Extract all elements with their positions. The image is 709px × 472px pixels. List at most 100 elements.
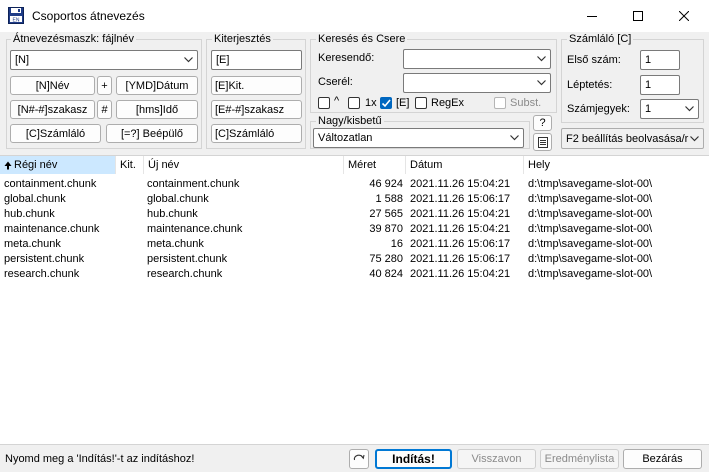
date-cell: 2021.11.26 15:06:17 [410, 238, 511, 250]
case-group-title: Nagy/kisbetű [316, 115, 384, 127]
ext-range-button[interactable]: [E#-#]szakasz [211, 100, 302, 119]
new-name-cell: hub.chunk [147, 208, 198, 220]
date-cell: 2021.11.26 15:04:21 [410, 268, 511, 280]
notes-icon [537, 137, 548, 148]
date-cell: 2021.11.26 15:06:17 [410, 193, 511, 205]
mask-combo[interactable]: [N] [10, 50, 198, 70]
location-cell: d:\tmp\savegame-slot-00\ [528, 268, 653, 280]
table-row[interactable]: containment.chunk containment.chunk 46 924… [0, 177, 709, 192]
name-counter-button[interactable]: [C]Számláló [10, 124, 101, 143]
minimize-button[interactable] [569, 0, 615, 32]
f2-settings-value: F2 beállítás beolvasása/r [566, 132, 689, 145]
search-label: Keresendő: [318, 52, 375, 64]
replace-combo[interactable] [403, 73, 551, 93]
case-value: Változatlan [318, 132, 373, 144]
table-row[interactable]: hub.chunk hub.chunk 27 565 2021.11.26 15:04… [0, 207, 709, 222]
step-input[interactable]: 1 [640, 75, 680, 95]
first-number-input[interactable]: 1 [640, 50, 680, 70]
location-cell: d:\tmp\savegame-slot-00\ [528, 238, 653, 250]
ext-cell [120, 207, 144, 222]
extension-group-title: Kiterjesztés [212, 33, 273, 45]
table-row[interactable]: meta.chunk meta.chunk 16 2021.11.26 15:06:1… [0, 237, 709, 252]
column-header-new-name[interactable]: Új név [144, 156, 344, 174]
close-window-button[interactable] [661, 0, 707, 32]
ext-button[interactable]: [E]Kit. [211, 76, 302, 95]
chevron-down-icon [184, 57, 193, 63]
f2-settings-combo[interactable]: F2 beállítás beolvasása/r [561, 128, 704, 149]
subst-label: Subst. [510, 97, 542, 109]
ext-cell [120, 192, 144, 207]
table-row[interactable]: maintenance.chunk maintenance.chunk 39 870… [0, 222, 709, 237]
regex-label: RegEx [431, 97, 465, 109]
file-list[interactable]: Régi név Kit. Új név Méret Dátum Hely co… [0, 155, 709, 445]
undo-button[interactable]: Visszavon [457, 449, 536, 469]
location-cell: d:\tmp\savegame-slot-00\ [528, 253, 653, 265]
size-cell: 1 588 [375, 193, 403, 205]
floppy-disk-icon: EN [8, 7, 24, 24]
new-name-cell: maintenance.chunk [147, 223, 243, 235]
results-button[interactable]: Eredménylista [540, 449, 619, 469]
first-number-label: Első szám: [567, 54, 621, 66]
table-row[interactable]: global.chunk global.chunk 1 588 2021.11.26 … [0, 192, 709, 207]
status-message: Nyomd meg a 'Indítás!'-t az indításhoz! [5, 453, 195, 465]
size-cell: 46 924 [369, 178, 403, 190]
new-name-cell: containment.chunk [147, 178, 240, 190]
subst-checkbox[interactable] [494, 97, 506, 109]
regex-checkbox[interactable] [415, 97, 427, 109]
extension-input[interactable]: [E] [211, 50, 302, 70]
maximize-icon [633, 11, 643, 21]
table-row[interactable]: research.chunk research.chunk 40 824 2021.1… [0, 267, 709, 282]
new-name-cell: persistent.chunk [147, 253, 228, 265]
help-button[interactable]: ? [533, 115, 552, 131]
chevron-down-icon [537, 56, 546, 62]
chevron-down-icon [537, 80, 546, 86]
plus-button[interactable]: + [97, 76, 112, 95]
title-bar[interactable]: EN Csoportos átnevezés [0, 0, 709, 32]
start-button[interactable]: Indítás! [375, 449, 452, 469]
once-checkbox[interactable] [348, 97, 360, 109]
date-cell: 2021.11.26 15:04:21 [410, 178, 511, 190]
ymd-date-button[interactable]: [YMD]Dátum [116, 76, 198, 95]
plugin-button[interactable]: [=?] Beépülő [106, 124, 198, 143]
column-header-old-name[interactable]: Régi név [0, 156, 116, 174]
close-button[interactable]: Bezárás [623, 449, 702, 469]
search-combo[interactable] [403, 49, 551, 69]
column-header-location[interactable]: Hely [524, 156, 709, 174]
old-name-cell: containment.chunk [4, 178, 97, 190]
caret-checkbox[interactable] [318, 97, 330, 109]
name-button[interactable]: [N]Név [10, 76, 95, 95]
table-row[interactable]: persistent.chunk persistent.chunk 75 280 20… [0, 252, 709, 267]
old-name-cell: hub.chunk [4, 208, 55, 220]
case-combo[interactable]: Változatlan [313, 128, 524, 148]
size-cell: 75 280 [369, 253, 403, 265]
old-name-cell: global.chunk [4, 193, 66, 205]
digits-combo[interactable]: 1 [640, 99, 699, 119]
column-header-ext[interactable]: Kit. [116, 156, 144, 174]
size-cell: 16 [390, 238, 403, 250]
ext-cell [120, 267, 144, 282]
new-name-cell: research.chunk [147, 268, 223, 280]
location-cell: d:\tmp\savegame-slot-00\ [528, 223, 653, 235]
mask-value: [N] [15, 54, 30, 66]
refresh-button[interactable] [349, 449, 369, 469]
svg-text:EN: EN [13, 17, 20, 23]
ext-cell [120, 222, 144, 237]
step-label: Léptetés: [567, 79, 613, 91]
new-name-cell: global.chunk [147, 193, 209, 205]
chevron-down-icon [685, 106, 694, 112]
notes-button[interactable] [533, 133, 552, 151]
digits-value: 1 [645, 103, 652, 115]
location-cell: d:\tmp\savegame-slot-00\ [528, 178, 653, 190]
ext-checkbox[interactable] [380, 97, 392, 109]
minimize-icon [587, 16, 597, 17]
column-header-date[interactable]: Dátum [406, 156, 524, 174]
date-cell: 2021.11.26 15:04:21 [410, 208, 511, 220]
maximize-button[interactable] [615, 0, 661, 32]
name-range-button[interactable]: [N#-#]szakasz [10, 100, 95, 119]
ext-counter-button[interactable]: [C]Számláló [211, 124, 302, 143]
column-header-size[interactable]: Méret [344, 156, 406, 174]
hms-time-button[interactable]: [hms]Idő [116, 100, 198, 119]
once-label: 1x [365, 97, 377, 109]
hash-button[interactable]: # [97, 100, 112, 119]
old-name-cell: maintenance.chunk [4, 223, 100, 235]
